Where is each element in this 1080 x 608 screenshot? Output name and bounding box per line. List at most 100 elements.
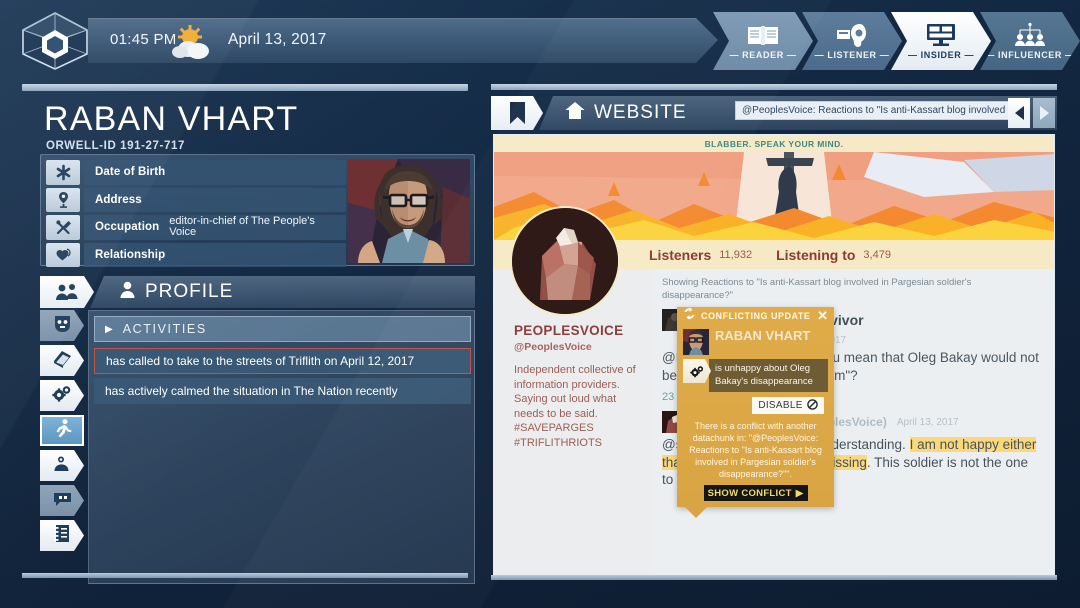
info-row-relationship[interactable]: Relationship [46,242,346,267]
arrow-right-icon: ▶ [795,487,804,499]
gears-icon [683,359,711,383]
tab-listener[interactable]: — LISTENER — [802,12,902,70]
mode-tabs: — READER — — LISTENER — — INSIDER — — IN… [713,12,1080,72]
feed-showing-label: Showing Reactions to "Is anti-Kassart bl… [662,277,972,301]
orwell-app-window: 01:45 PM April 13, 2017 — READER — — LIS… [0,0,1080,608]
person-icon [118,280,137,304]
notepad-icon [52,523,73,549]
info-row-address-body: Address [84,187,346,212]
blabber-slogan: BLABBER. SPEAK YOUR MIND. [704,138,844,149]
person-sidebar [40,310,88,555]
sidebar-item-activities[interactable] [40,415,84,446]
refresh-icon [683,307,696,325]
sidebar-item-person-card[interactable] [40,450,84,481]
person-info-card: Date of Birth Address Occupation editor-… [40,154,475,267]
blabber-profile-column: PEOPLESVOICE @PeoplesVoice Independent c… [494,206,654,575]
activities-pane: ▶ ACTIVITIES has called to take to the s… [88,310,475,584]
tab-reader[interactable]: — READER — [713,12,813,70]
blabber-profile-name: PEOPLESVOICE [514,323,624,338]
status-strip: 01:45 PM April 13, 2017 [88,18,718,63]
activity-row-1[interactable]: has called to take to the streets of Tri… [94,348,471,374]
asterisk-icon [46,160,80,185]
bookmark-icon[interactable] [491,96,543,130]
popup-datachunk-row[interactable]: is unhappy about Oleg Bakay's disappeara… [683,359,828,392]
book-icon [745,22,781,48]
sidebar-item-gears[interactable] [40,380,84,411]
popup-pointer [685,507,707,518]
monitor-icon [923,22,959,48]
listeners-label: Listeners [649,246,712,263]
info-label-occupation: Occupation [95,221,160,234]
blabber-profile-description: Independent collective of information pr… [514,364,636,449]
disable-button[interactable]: DISABLE [752,397,824,414]
info-label-dob: Date of Birth [95,166,166,179]
avatar [348,159,470,263]
clock-label: 01:45 PM [110,31,177,48]
conflicting-update-popup[interactable]: CONFLICTING UPDATE ✕ RABAN VHART is unha… [677,307,834,518]
website-title: WEBSITE [594,102,687,123]
person-panel: RABAN VHART ORWELL-ID 191-27-717 Date of… [18,84,475,584]
person-info-rows: Date of Birth Address Occupation editor-… [46,160,346,270]
panel-bottom-divider [22,573,468,578]
sidebar-item-notes[interactable] [40,520,84,551]
date-label: April 13, 2017 [228,31,327,48]
info-row-occupation-body: Occupation editor-in-chief of The People… [84,215,346,240]
blabber-slogan-bar: BLABBER. SPEAK YOUR MIND. [494,135,1054,152]
tools-icon [46,215,80,240]
popup-title: CONFLICTING UPDATE [701,311,811,321]
popup-avatar [683,329,709,355]
show-conflict-button[interactable]: SHOW CONFLICT ▶ [703,485,808,501]
people-network-icon [1012,22,1048,48]
profile-header: PROFILE [90,276,475,308]
location-pin-icon [46,187,80,212]
blabber-avatar [510,206,620,316]
arrow-left-icon[interactable] [1008,98,1030,128]
show-conflict-label: SHOW CONFLICT [707,487,792,499]
profile-title: PROFILE [145,281,234,302]
info-row-relationship-body: Relationship [84,242,346,267]
listening-to-value: 3,479 [863,248,891,261]
tab-influencer-label: — INFLUENCER — [985,50,1075,60]
info-row-dob-body: Date of Birth [84,160,346,185]
tab-influencer[interactable]: — INFLUENCER — [980,12,1080,70]
website-header: WEBSITE @PeoplesVoice: Reactions to "Is … [491,96,1057,130]
running-person-icon [52,418,73,444]
top-bar: 01:45 PM April 13, 2017 — READER — — LIS… [0,0,1080,78]
info-row-address[interactable]: Address [46,187,346,212]
ear-icon [834,22,870,48]
orwell-id-label: ORWELL-ID 191-27-717 [46,140,185,152]
quote-icon [52,488,73,514]
tab-insider[interactable]: — INSIDER — [891,12,991,70]
activity-row-2[interactable]: has actively calmed the situation in The… [94,378,471,404]
profile-section-bar: PROFILE [40,276,475,308]
sidebar-item-mask[interactable] [40,310,84,341]
chevron-right-icon: ▶ [105,323,113,335]
sidebar-item-book[interactable] [40,345,84,376]
info-label-address: Address [95,193,142,206]
block-icon [806,398,818,413]
nav-arrows [1008,98,1055,128]
mask-icon [52,313,73,339]
activities-header[interactable]: ▶ ACTIVITIES [94,316,471,342]
disable-button-label: DISABLE [758,400,803,411]
person-card-icon [52,453,73,479]
hearts-icon [46,242,80,267]
blabber-profile-handle: @PeoplesVoice [514,341,592,353]
page-title: RABAN VHART [44,100,299,138]
tab-insider-label: — INSIDER — [907,50,975,60]
close-icon[interactable]: ✕ [817,308,828,324]
popup-person: RABAN VHART [683,329,828,355]
activities-header-label: ACTIVITIES [122,322,207,336]
sidebar-item-quotes[interactable] [40,485,84,516]
info-label-relationship: Relationship [95,248,166,261]
info-row-dob[interactable]: Date of Birth [46,160,346,185]
info-row-occupation[interactable]: Occupation editor-in-chief of The People… [46,215,346,240]
url-bar[interactable]: @PeoplesVoice: Reactions to "Is anti-Kas… [735,101,1010,120]
group-icon[interactable] [40,276,94,308]
arrow-right-icon[interactable] [1033,98,1055,128]
status-strip-underline [88,66,684,69]
tab-reader-label: — READER — [729,50,797,60]
orwell-logo-icon [18,10,92,72]
home-icon [565,101,585,125]
popup-datachunk-text: is unhappy about Oleg Bakay's disappeara… [709,359,828,392]
